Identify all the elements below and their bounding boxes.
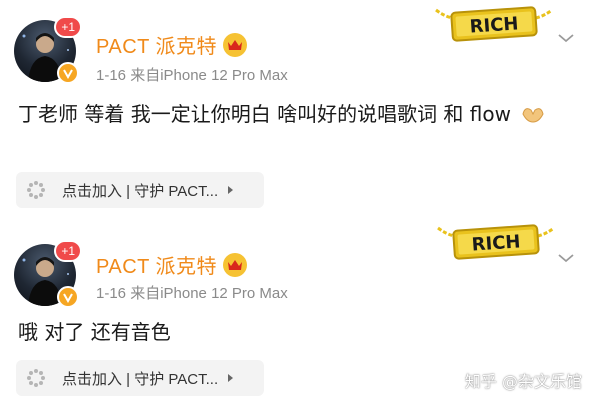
post-content: 丁老师 等着 我一定让你明白 啥叫好的说唱歌词 和 flow bbox=[18, 96, 580, 135]
zhihu-watermark: 知乎 @杂文乐馆 bbox=[464, 372, 582, 391]
author-avatar[interactable]: +1 bbox=[14, 240, 82, 308]
join-fan-group-button[interactable]: 点击加入 | 守护 PACT... bbox=[16, 172, 264, 208]
loading-dots-icon bbox=[27, 369, 45, 387]
rich-medal-text: RICH bbox=[471, 231, 521, 255]
post-meta: 1-16 来自iPhone 12 Pro Max bbox=[96, 285, 288, 302]
verified-icon bbox=[57, 286, 79, 308]
chevron-down-icon[interactable] bbox=[556, 28, 576, 48]
caret-right-icon bbox=[228, 186, 234, 194]
notification-badge: +1 bbox=[54, 16, 82, 38]
author-name[interactable]: PACT 派克特 bbox=[96, 30, 217, 59]
post-text: 丁老师 等着 我一定让你明白 啥叫好的说唱歌词 和 flow bbox=[18, 102, 511, 126]
crown-icon bbox=[223, 252, 248, 277]
join-fan-group-button[interactable]: 点击加入 | 守护 PACT... bbox=[16, 360, 264, 396]
notification-badge: +1 bbox=[54, 240, 82, 262]
join-label: 点击加入 | 守护 PACT... bbox=[62, 182, 219, 200]
verified-icon bbox=[57, 62, 79, 84]
palms-up-hands-icon bbox=[521, 99, 545, 135]
join-label: 点击加入 | 守护 PACT... bbox=[62, 370, 219, 388]
rich-medal-icon: RICH bbox=[436, 222, 556, 266]
post-content: 哦 对了 还有音色 bbox=[18, 314, 580, 350]
post-meta: 1-16 来自iPhone 12 Pro Max bbox=[96, 67, 288, 84]
author-name[interactable]: PACT 派克特 bbox=[96, 250, 217, 279]
weibo-post-1: +1 PACT 派克特 1-16 来自iPhone 12 Pro Max RIC… bbox=[0, 0, 600, 222]
author-avatar[interactable]: +1 bbox=[14, 16, 82, 84]
loading-dots-icon bbox=[27, 181, 45, 199]
rich-medal-icon: RICH bbox=[434, 4, 554, 48]
chevron-down-icon[interactable] bbox=[556, 248, 576, 268]
author-row: PACT 派克特 bbox=[96, 250, 248, 279]
post-text: 哦 对了 还有音色 bbox=[18, 320, 171, 344]
caret-right-icon bbox=[228, 374, 234, 382]
crown-icon bbox=[223, 32, 248, 57]
rich-medal-text: RICH bbox=[469, 13, 519, 37]
author-row: PACT 派克特 bbox=[96, 30, 248, 59]
